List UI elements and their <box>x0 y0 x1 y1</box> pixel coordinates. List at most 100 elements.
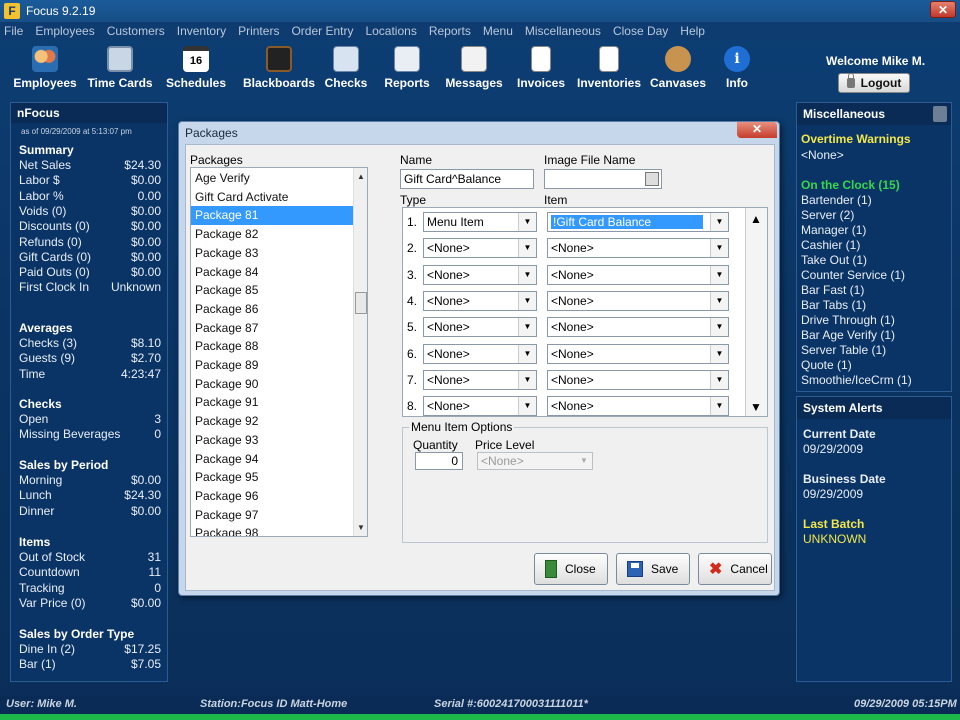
package-list-item[interactable]: Package 96 <box>191 487 363 506</box>
package-list-item[interactable]: Package 81 <box>191 206 363 226</box>
package-list-item[interactable]: Package 91 <box>191 393 363 412</box>
item-select[interactable]: <None> ▼ <box>547 317 729 338</box>
type-select[interactable]: <None> ▼ <box>423 317 537 338</box>
averages-heading: Averages <box>19 321 73 335</box>
stat-label: Discounts (0) <box>19 219 90 234</box>
scroll-thumb[interactable] <box>355 292 367 314</box>
grid-scrollbar[interactable]: ▲ ▼ <box>745 208 767 416</box>
panel-scroll-arrows-icon[interactable] <box>933 106 947 122</box>
menu-item-help[interactable]: Help <box>680 24 705 38</box>
type-select[interactable]: <None> ▼ <box>423 238 537 259</box>
stat-label: Voids (0) <box>19 203 67 218</box>
cancel-x-icon: ✖ <box>709 561 723 578</box>
item-select[interactable]: <None> ▼ <box>547 343 729 364</box>
package-list-item[interactable]: Package 97 <box>191 506 363 525</box>
toolbar-checks-button[interactable]: Checks <box>322 40 370 96</box>
taskbar-strip <box>0 714 960 720</box>
item-value: <None> <box>551 267 594 282</box>
package-list-item[interactable]: Package 87 <box>191 319 363 338</box>
scroll-down-icon[interactable]: ▼ <box>357 523 365 532</box>
name-input[interactable]: Gift Card^Balance <box>400 169 534 189</box>
package-list-item[interactable]: Package 86 <box>191 300 363 319</box>
package-list-item[interactable]: Gift Card Activate <box>191 188 363 207</box>
menu-item-locations[interactable]: Locations <box>365 24 416 38</box>
menu-item-customers[interactable]: Customers <box>107 24 165 38</box>
items-row: Out of Stock 31 <box>19 550 161 564</box>
toolbar-label: Invoices <box>516 76 566 90</box>
summary-row: Refunds (0) $0.00 <box>19 235 161 249</box>
package-list-item[interactable]: Package 92 <box>191 412 363 431</box>
type-select[interactable]: Menu Item ▼ <box>423 212 537 232</box>
stat-value: $0.00 <box>130 249 161 264</box>
cancel-button[interactable]: ✖ Cancel <box>698 553 772 585</box>
package-list-item[interactable]: Package 94 <box>191 450 363 469</box>
window-title: Focus 9.2.19 <box>26 4 96 18</box>
menu-item-menu[interactable]: Menu <box>483 24 513 38</box>
toolbar-messages-button[interactable]: Messages <box>444 40 504 96</box>
package-list-item[interactable]: Package 82 <box>191 225 363 244</box>
packages-list[interactable]: Age Verify Gift Card Activate Package 81 Pa… <box>190 167 368 537</box>
toolbar: Employees Time Cards 16 Schedules Blackb… <box>0 40 960 96</box>
item-select[interactable]: !Gift Card Balance ▼ <box>547 212 729 232</box>
item-select[interactable]: <None> ▼ <box>547 238 729 259</box>
package-list-item[interactable]: Package 84 <box>191 263 363 282</box>
toolbar-time-cards-button[interactable]: Time Cards <box>87 40 153 96</box>
logout-button[interactable]: Logout <box>838 73 910 93</box>
item-select[interactable]: <None> ▼ <box>547 369 729 390</box>
type-select[interactable]: <None> ▼ <box>423 369 537 390</box>
package-list-item[interactable]: Package 93 <box>191 431 363 450</box>
menu-item-printers[interactable]: Printers <box>238 24 279 38</box>
item-select[interactable]: <None> ▼ <box>547 264 729 285</box>
quantity-input[interactable]: 0 <box>415 452 463 470</box>
grid-scroll-down-icon[interactable]: ▼ <box>750 400 762 414</box>
type-value: <None> <box>427 293 470 308</box>
package-list-item[interactable]: Age Verify <box>191 169 363 188</box>
close-button[interactable]: Close <box>534 553 608 585</box>
menu-item-miscellaneous[interactable]: Miscellaneous <box>525 24 601 38</box>
summary-row: Labor % 0.00 <box>19 189 161 203</box>
stat-value: Unknown <box>110 280 161 295</box>
toolbar-blackboards-button[interactable]: Blackboards <box>243 40 315 96</box>
dialog-close-button[interactable]: ✕ <box>737 122 777 138</box>
lock-icon <box>846 73 855 88</box>
item-select[interactable]: <None> ▼ <box>547 290 729 311</box>
package-list-item[interactable]: Package 83 <box>191 244 363 263</box>
toolbar-invoices-button[interactable]: Invoices <box>516 40 566 96</box>
menu-item-reports[interactable]: Reports <box>429 24 471 38</box>
menu-item-inventory[interactable]: Inventory <box>177 24 226 38</box>
menu-item-employees[interactable]: Employees <box>35 24 94 38</box>
type-select[interactable]: <None> ▼ <box>423 264 537 285</box>
type-select[interactable]: <None> ▼ <box>423 290 537 311</box>
type-select[interactable]: <None> ▼ <box>423 396 537 417</box>
on-the-clock-row: Manager (1) <box>801 223 867 237</box>
save-button[interactable]: Save <box>616 553 690 585</box>
image-file-input[interactable] <box>544 169 662 189</box>
blackboard-icon <box>266 46 292 72</box>
toolbar-employees-button[interactable]: Employees <box>13 40 77 96</box>
toolbar-schedules-button[interactable]: 16 Schedules <box>166 40 226 96</box>
toolbar-canvases-button[interactable]: Canvases <box>650 40 706 96</box>
type-select[interactable]: <None> ▼ <box>423 343 537 364</box>
toolbar-inventories-button[interactable]: Inventories <box>577 40 641 96</box>
toolbar-reports-button[interactable]: Reports <box>382 40 432 96</box>
menu-item-order-entry[interactable]: Order Entry <box>291 24 353 38</box>
browse-folder-icon[interactable] <box>645 172 659 186</box>
menu-item-options-group: Menu Item Options Quantity 0 Price Level… <box>402 420 768 543</box>
summary-row: Voids (0) $0.00 <box>19 204 161 218</box>
stat-value: $17.25 <box>124 642 161 656</box>
package-list-item[interactable]: Package 90 <box>191 375 363 394</box>
menu-item-file[interactable]: File <box>4 24 23 38</box>
toolbar-info-button[interactable]: i Info <box>722 40 752 96</box>
item-select[interactable]: <None> ▼ <box>547 396 729 417</box>
menu-item-close-day[interactable]: Close Day <box>613 24 668 38</box>
grid-scroll-up-icon[interactable]: ▲ <box>750 212 762 226</box>
scroll-up-icon[interactable]: ▲ <box>357 172 365 181</box>
package-list-item[interactable]: Package 95 <box>191 468 363 487</box>
package-list-item[interactable]: Package 89 <box>191 356 363 375</box>
packages-scrollbar[interactable]: ▲ ▼ <box>353 168 367 536</box>
package-list-item[interactable]: Package 98 <box>191 524 363 536</box>
window-close-button[interactable]: ✕ <box>930 1 956 18</box>
package-list-item[interactable]: Package 88 <box>191 337 363 356</box>
price-level-select[interactable]: <None> ▼ <box>477 452 593 470</box>
package-list-item[interactable]: Package 85 <box>191 281 363 300</box>
